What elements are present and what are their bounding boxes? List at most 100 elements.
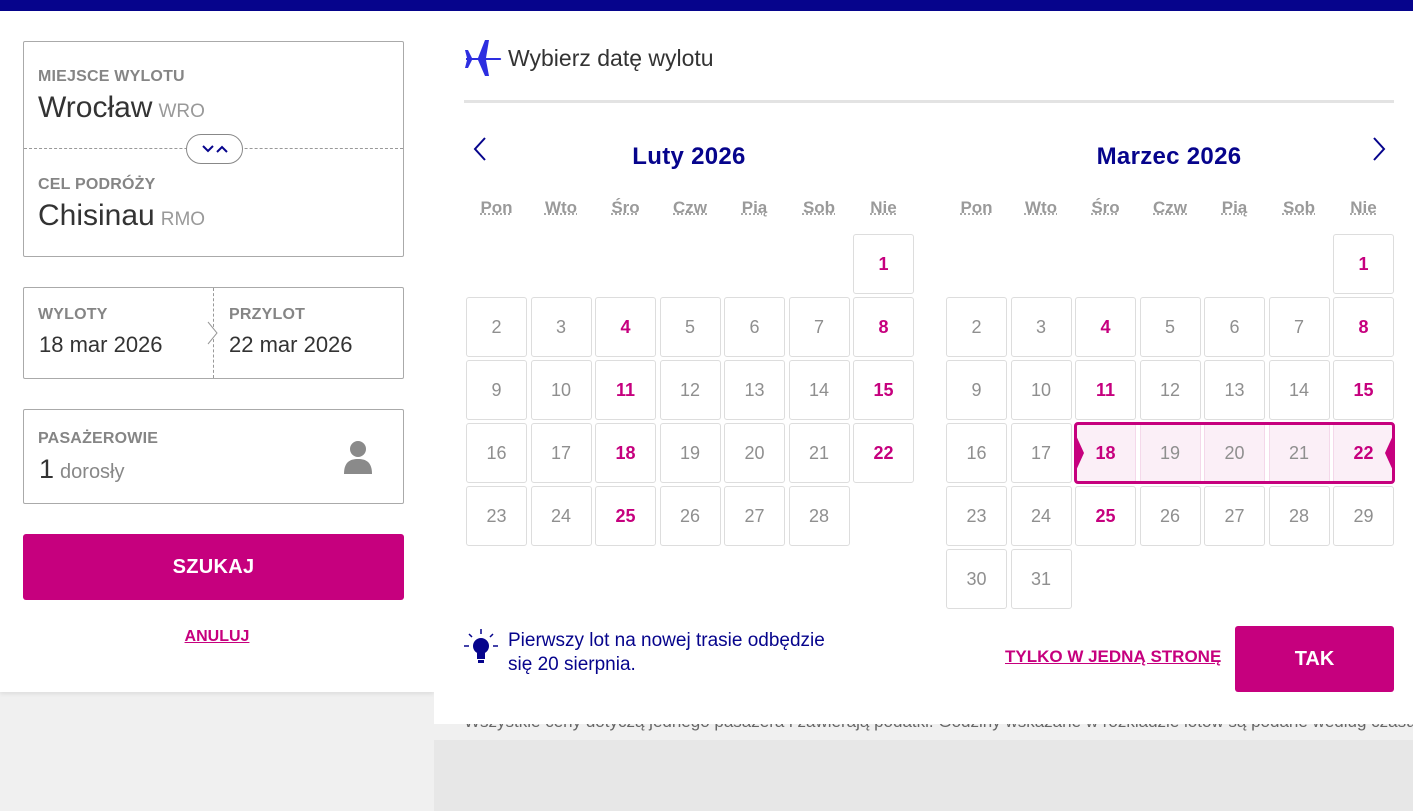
weekday-label: Śro xyxy=(1091,198,1120,217)
calendar-day[interactable]: 5 xyxy=(659,297,721,357)
calendar-day[interactable]: 3 xyxy=(530,297,592,357)
origin-code: WRO xyxy=(158,101,205,122)
calendar-day[interactable]: 9 xyxy=(946,360,1007,420)
passengers-count: 1 xyxy=(39,454,55,484)
passengers-field[interactable]: PASAŻEROWIE 1 dorosły xyxy=(23,409,404,504)
days-grid: 1 2 3 4 5 6 7 8 9 10 11 12 13 14 15 16 17 18 19 20 21 22 23 24 2… xyxy=(946,234,1396,609)
page-background xyxy=(434,740,1413,811)
calendar-day[interactable]: 22 xyxy=(1333,423,1394,483)
calendar-day[interactable]: 23 xyxy=(946,486,1007,546)
confirm-button[interactable]: TAK xyxy=(1235,626,1394,692)
calendar-day[interactable]: 10 xyxy=(530,360,592,420)
calendar-day[interactable]: 27 xyxy=(724,486,785,546)
destination-label: CEL PODRÓŻY xyxy=(38,176,156,193)
calendar-day[interactable]: 4 xyxy=(595,297,656,357)
calendar-day[interactable]: 23 xyxy=(466,486,527,546)
calendar-day[interactable]: 26 xyxy=(1139,486,1201,546)
origin-label: MIEJSCE WYLOTU xyxy=(38,68,185,85)
destination-field[interactable]: Chisinau RMO xyxy=(38,199,205,233)
calendar-day[interactable]: 16 xyxy=(946,423,1007,483)
weekday-header: Pon Wto Śro Czw Pią Sob Nie xyxy=(466,196,916,234)
departure-label: WYLOTY xyxy=(38,306,108,323)
calendar-day[interactable]: 20 xyxy=(724,423,785,483)
month-title-feb: Luty 2026 xyxy=(632,143,746,170)
calendar-day[interactable]: 31 xyxy=(1010,549,1072,609)
calendar-day[interactable]: 21 xyxy=(1268,423,1330,483)
calendar-day[interactable]: 19 xyxy=(659,423,721,483)
calendar-day[interactable]: 17 xyxy=(1010,423,1072,483)
passengers-label: PASAŻEROWIE xyxy=(38,430,159,447)
calendar-day[interactable]: 6 xyxy=(724,297,785,357)
calendar-day[interactable]: 18 xyxy=(1075,423,1136,483)
calendar-day[interactable]: 20 xyxy=(1204,423,1265,483)
calendar-day[interactable]: 7 xyxy=(1268,297,1330,357)
calendar-day[interactable]: 21 xyxy=(788,423,850,483)
calendar-day[interactable]: 28 xyxy=(788,486,850,546)
one-way-link[interactable]: TYLKO W JEDNĄ STRONĘ xyxy=(1005,647,1221,667)
calendar-day[interactable]: 14 xyxy=(788,360,850,420)
calendar-day[interactable]: 12 xyxy=(659,360,721,420)
cancel-link[interactable]: ANULUJ xyxy=(0,628,434,646)
cancel-link-label: ANULUJ xyxy=(184,628,250,645)
calendar-day[interactable]: 25 xyxy=(595,486,656,546)
destination-code: RMO xyxy=(160,209,206,230)
calendar-day[interactable]: 28 xyxy=(1268,486,1330,546)
return-field[interactable]: PRZYLOT 22 mar 2026 xyxy=(214,288,404,378)
calendar-day[interactable]: 8 xyxy=(853,297,914,357)
swap-button[interactable] xyxy=(186,134,243,164)
month-grid-mar: Pon Wto Śro Czw Pią Sob Nie 1 2 3 4 5 6 7 8 9 10 11 12 13 1… xyxy=(946,196,1396,609)
top-bar xyxy=(0,0,1413,11)
calendar-day[interactable]: 10 xyxy=(1010,360,1072,420)
weekday-label: Sob xyxy=(802,198,836,217)
calendar-day[interactable]: 2 xyxy=(466,297,527,357)
calendar-day[interactable]: 15 xyxy=(1333,360,1394,420)
calendar-day[interactable]: 11 xyxy=(595,360,656,420)
calendar-day[interactable]: 15 xyxy=(853,360,914,420)
passengers-unit: dorosły xyxy=(60,461,125,483)
calendar-day[interactable]: 26 xyxy=(659,486,721,546)
next-month-button[interactable] xyxy=(1366,135,1392,163)
calendar-day[interactable]: 16 xyxy=(466,423,527,483)
route-tip: Pierwszy lot na nowej trasie odbędzie si… xyxy=(464,629,853,677)
calendar-day[interactable]: 25 xyxy=(1075,486,1136,546)
weekday-label: Sob xyxy=(1282,198,1316,217)
calendar-day[interactable]: 2 xyxy=(946,297,1007,357)
calendar-day[interactable]: 24 xyxy=(530,486,592,546)
calendar-day[interactable]: 14 xyxy=(1268,360,1330,420)
origin-field[interactable]: Wrocław WRO xyxy=(38,91,205,125)
calendar-day[interactable]: 29 xyxy=(1333,486,1394,546)
prev-month-button[interactable] xyxy=(467,135,493,163)
calendar-day[interactable]: 6 xyxy=(1204,297,1265,357)
calendar-day[interactable]: 7 xyxy=(788,297,850,357)
dates-box: WYLOTY 18 mar 2026 PRZYLOT 22 mar 2026 xyxy=(23,287,404,379)
calendar-day[interactable]: 11 xyxy=(1075,360,1136,420)
calendar-day[interactable]: 12 xyxy=(1139,360,1201,420)
calendar-day[interactable]: 5 xyxy=(1139,297,1201,357)
calendar-day[interactable]: 3 xyxy=(1010,297,1072,357)
calendar-day[interactable]: 27 xyxy=(1204,486,1265,546)
calendar-day[interactable]: 24 xyxy=(1010,486,1072,546)
calendar-day[interactable]: 8 xyxy=(1333,297,1394,357)
calendar-day[interactable]: 19 xyxy=(1139,423,1201,483)
departure-field[interactable]: WYLOTY 18 mar 2026 xyxy=(24,288,213,378)
weekday-label: Pon xyxy=(960,198,993,217)
weekday-label: Pon xyxy=(480,198,513,217)
origin-city: Wrocław xyxy=(38,91,153,124)
search-button[interactable]: SZUKAJ xyxy=(23,534,404,600)
calendar-day[interactable]: 4 xyxy=(1075,297,1136,357)
calendar-day[interactable]: 13 xyxy=(724,360,785,420)
lightbulb-icon xyxy=(464,629,498,663)
days-grid: 1 2 3 4 5 6 7 8 9 10 11 12 13 14 15 16 17 18 19 20 21 22 23 24 2… xyxy=(466,234,916,546)
user-icon xyxy=(344,441,372,474)
calendar-day[interactable]: 9 xyxy=(466,360,527,420)
calendar-day[interactable]: 17 xyxy=(530,423,592,483)
search-form-panel: MIEJSCE WYLOTU Wrocław WRO CEL PODRÓŻY Ch… xyxy=(0,11,434,692)
calendar-day[interactable]: 1 xyxy=(1333,234,1394,294)
weekday-label: Czw xyxy=(1153,198,1187,217)
calendar-day[interactable]: 22 xyxy=(853,423,914,483)
calendar-day[interactable]: 18 xyxy=(595,423,656,483)
calendar-day[interactable]: 13 xyxy=(1204,360,1265,420)
calendar-day[interactable]: 1 xyxy=(853,234,914,294)
weekday-label: Nie xyxy=(1350,198,1377,217)
calendar-day[interactable]: 30 xyxy=(946,549,1007,609)
